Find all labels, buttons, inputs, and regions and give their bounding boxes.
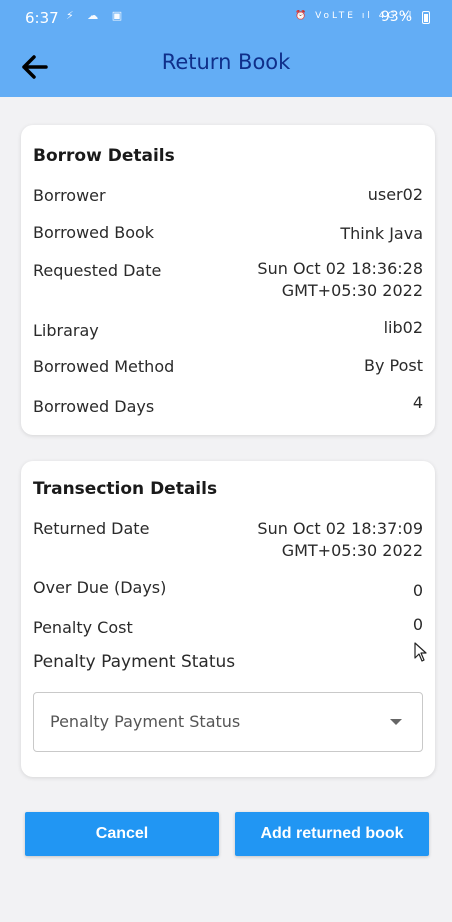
borrowed-days-label: Borrowed Days: [33, 397, 155, 416]
borrowed-book-label: Borrowed Book: [33, 223, 155, 242]
penalty-status-placeholder: Penalty Payment Status: [50, 712, 241, 731]
penalty-status-dropdown[interactable]: Penalty Payment Status: [33, 692, 423, 752]
borrower-value: user02: [367, 185, 423, 204]
overdue-days-label: Over Due (Days): [33, 578, 167, 597]
mouse-cursor-icon: [414, 642, 427, 662]
chevron-down-icon: [390, 719, 402, 725]
library-value: lib02: [383, 318, 423, 337]
library-label: Libraray: [33, 321, 99, 340]
requested-date-line2: GMT+05:30 2022: [281, 281, 423, 300]
returned-date-label: Returned Date: [33, 519, 150, 538]
requested-date-value: Sun Oct 02 18:36:28 GMT+05:30 2022: [257, 258, 423, 302]
overdue-days-value: 0: [412, 581, 423, 600]
borrow-details-title: Borrow Details: [33, 146, 175, 166]
returned-date-value: Sun Oct 02 18:37:09 GMT+05:30 2022: [257, 518, 423, 562]
status-time: 6:37: [25, 9, 59, 27]
borrowed-method-value: By Post: [363, 356, 423, 375]
borrower-label: Borrower: [33, 186, 106, 205]
returned-date-line2: GMT+05:30 2022: [281, 541, 423, 560]
cancel-button[interactable]: Cancel: [25, 812, 219, 856]
battery-percent: 93%: [380, 9, 412, 25]
add-returned-book-button[interactable]: Add returned book: [235, 812, 429, 856]
transaction-details-title: Transection Details: [33, 479, 218, 499]
borrowed-method-label: Borrowed Method: [33, 357, 175, 376]
transaction-details-card: Transection Details Returned Date Sun Oc…: [21, 461, 435, 777]
status-bar: 6:37 ⚡ ☁ ▣ ⏰ VoLTE ıl 4G ıl 93%: [0, 0, 452, 36]
penalty-status-label: Penalty Payment Status: [33, 652, 236, 672]
borrowed-book-value: Think Java: [340, 224, 423, 243]
notification-icons: ⚡ ☁ ▣: [66, 9, 128, 22]
borrowed-days-value: 4: [412, 393, 423, 412]
battery-icon: [422, 11, 430, 24]
page-title: Return Book: [161, 50, 291, 74]
requested-date-label: Requested Date: [33, 261, 162, 280]
returned-date-line1: Sun Oct 02 18:37:09: [257, 519, 423, 538]
penalty-cost-value: 0: [412, 615, 423, 634]
app-bar: Return Book: [0, 36, 452, 97]
requested-date-line1: Sun Oct 02 18:36:28: [257, 259, 423, 278]
penalty-cost-label: Penalty Cost: [33, 618, 133, 637]
borrow-details-card: Borrow Details Borrower user02 Borrowed …: [21, 125, 435, 435]
